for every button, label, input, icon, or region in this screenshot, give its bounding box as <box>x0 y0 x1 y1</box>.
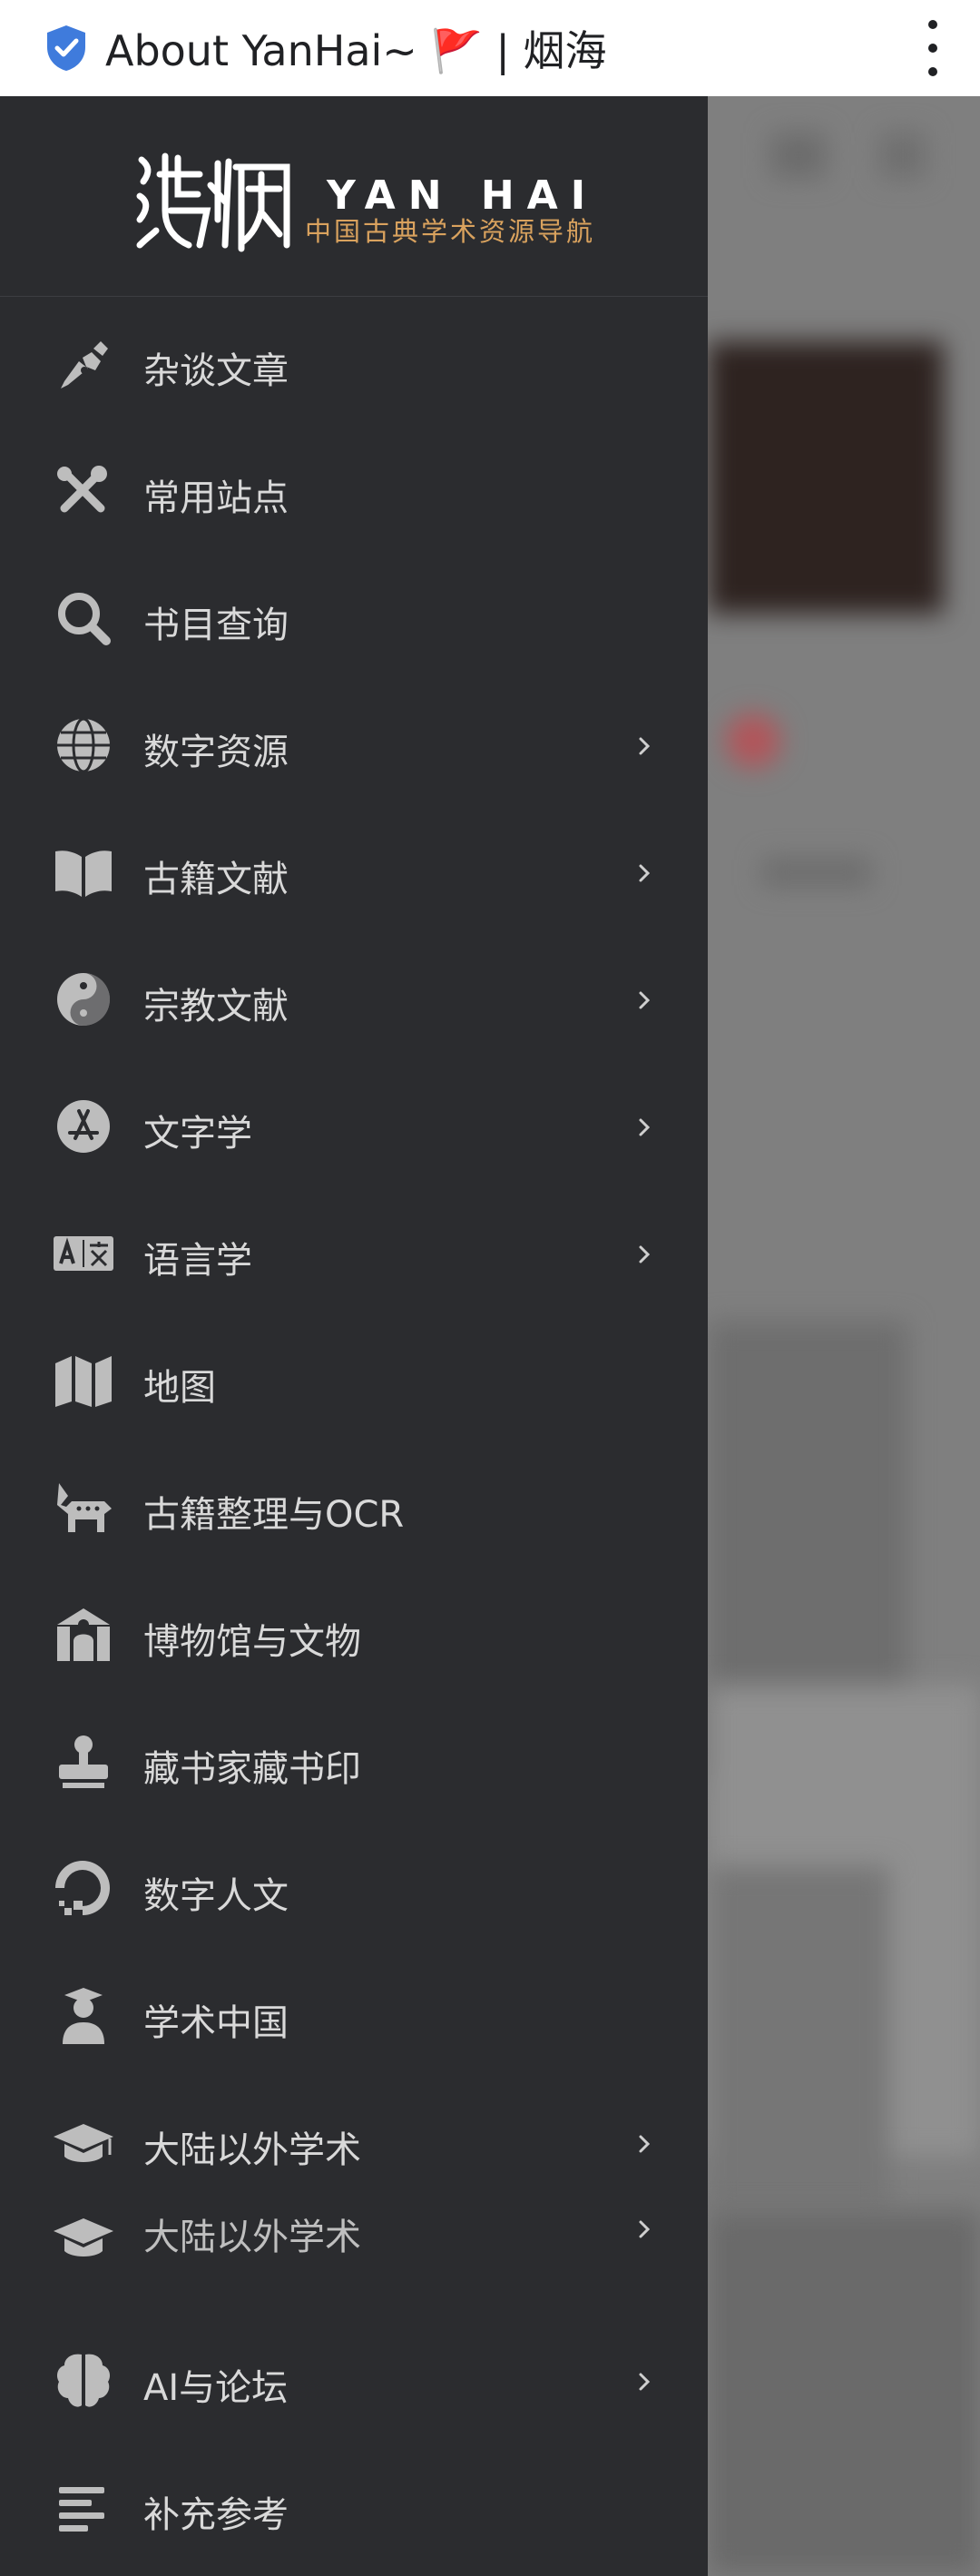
map-icon <box>49 1351 118 1411</box>
page-title: About YanHai~ 🚩 | 烟海 <box>105 26 607 75</box>
browser-title-bar: About YanHai~ 🚩 | 烟海 <box>0 0 980 96</box>
graduation-cap-icon <box>49 2207 118 2267</box>
chevron-right-icon[interactable] <box>635 984 655 1017</box>
nav-item-ocr[interactable]: 古籍整理与OCR <box>0 1450 708 1559</box>
nav-label: 语言学 <box>143 1240 252 1282</box>
nav-item-collectors-seals[interactable]: 藏书家藏书印 <box>0 1705 708 1814</box>
search-icon <box>49 588 118 648</box>
yin-yang-icon <box>49 969 118 1029</box>
nav-item-digital-resources[interactable]: 数字资源 <box>0 688 708 797</box>
nav-item-references[interactable]: 补充参考 <box>0 2451 708 2560</box>
brain-icon <box>49 2351 118 2411</box>
chevron-right-icon[interactable] <box>635 1111 655 1144</box>
graduate-user-icon <box>49 1986 118 2046</box>
nav-label: 博物馆与文物 <box>143 1621 361 1663</box>
nav-label: AI与论坛 <box>143 2367 289 2409</box>
nav-item-catalog-search[interactable]: 书目查询 <box>0 561 708 670</box>
chevron-right-icon[interactable] <box>635 2213 655 2246</box>
brand-subtitle: 中国古典学术资源导航 <box>305 216 596 247</box>
nav-label: 古籍文献 <box>143 859 289 900</box>
book-open-icon <box>49 842 118 902</box>
nav-label: 文字学 <box>143 1113 252 1155</box>
nav-item-museums[interactable]: 博物馆与文物 <box>0 1578 708 1686</box>
graduation-cap-icon <box>49 2113 118 2173</box>
nav-item-ancient-texts[interactable]: 古籍文献 <box>0 815 708 924</box>
nav-label: 地图 <box>143 1367 216 1409</box>
nav-label: 补充参考 <box>143 2494 289 2536</box>
more-options-icon[interactable] <box>922 20 944 76</box>
chevron-right-icon[interactable] <box>635 730 655 762</box>
tools-icon <box>49 461 118 521</box>
nav-label: 宗教文献 <box>143 986 289 1027</box>
chevron-right-icon[interactable] <box>635 2128 655 2160</box>
nav-label: 大陆以外学术 <box>143 2217 361 2258</box>
nav-item-philology[interactable]: 文字学 <box>0 1069 708 1178</box>
verified-shield-icon <box>47 25 85 71</box>
nav-label: 古籍整理与OCR <box>143 1494 405 1536</box>
yanhai-logo-icon <box>136 152 290 252</box>
nav-item-religious-texts[interactable]: 宗教文献 <box>0 942 708 1051</box>
nav-label: 大陆以外学术 <box>143 2129 361 2171</box>
globe-icon <box>49 715 118 775</box>
brand-header[interactable]: YAN HAI 中国古典学术资源导航 <box>0 96 708 297</box>
museum-icon <box>49 1605 118 1665</box>
nav-label: 数字资源 <box>143 732 289 773</box>
nav-label: 书目查询 <box>143 605 289 646</box>
nav-label: 常用站点 <box>143 477 289 519</box>
navigation-drawer: YAN HAI 中国古典学术资源导航 杂谈文章 常用站点 书目查询 数字资源 古… <box>0 96 708 2576</box>
nav-item-digital-humanities[interactable]: 数字人文 <box>0 1832 708 1941</box>
blurred-page-content <box>708 96 980 2576</box>
nav-label: 数字人文 <box>143 1875 289 1917</box>
app-store-icon <box>49 1096 118 1156</box>
nav-label: 学术中国 <box>143 2002 289 2044</box>
nav-item-overseas-academia-duplicate[interactable]: 大陆以外学术 <box>0 2197 708 2278</box>
align-left-icon <box>49 2478 118 2538</box>
nav-item-academic-china[interactable]: 学术中国 <box>0 1959 708 2068</box>
pen-nib-icon <box>49 334 118 394</box>
stamp-icon <box>49 1732 118 1792</box>
chevron-right-icon[interactable] <box>635 2365 655 2398</box>
language-icon <box>49 1224 118 1283</box>
donkey-icon <box>49 1478 118 1538</box>
nav-item-overseas-academia[interactable]: 大陆以外学术 <box>0 2086 708 2195</box>
nav-item-essays[interactable]: 杂谈文章 <box>0 307 708 416</box>
chevron-right-icon[interactable] <box>635 1238 655 1271</box>
nav-label: 杂谈文章 <box>143 350 289 392</box>
nav-item-ai-forums[interactable]: AI与论坛 <box>0 2324 708 2433</box>
nav-item-maps[interactable]: 地图 <box>0 1323 708 1432</box>
nav-label: 藏书家藏书印 <box>143 1748 361 1790</box>
nav-item-common-sites[interactable]: 常用站点 <box>0 434 708 543</box>
chevron-right-icon[interactable] <box>635 857 655 890</box>
nav-item-linguistics[interactable]: 语言学 <box>0 1196 708 1305</box>
digital-ocean-icon <box>49 1859 118 1919</box>
